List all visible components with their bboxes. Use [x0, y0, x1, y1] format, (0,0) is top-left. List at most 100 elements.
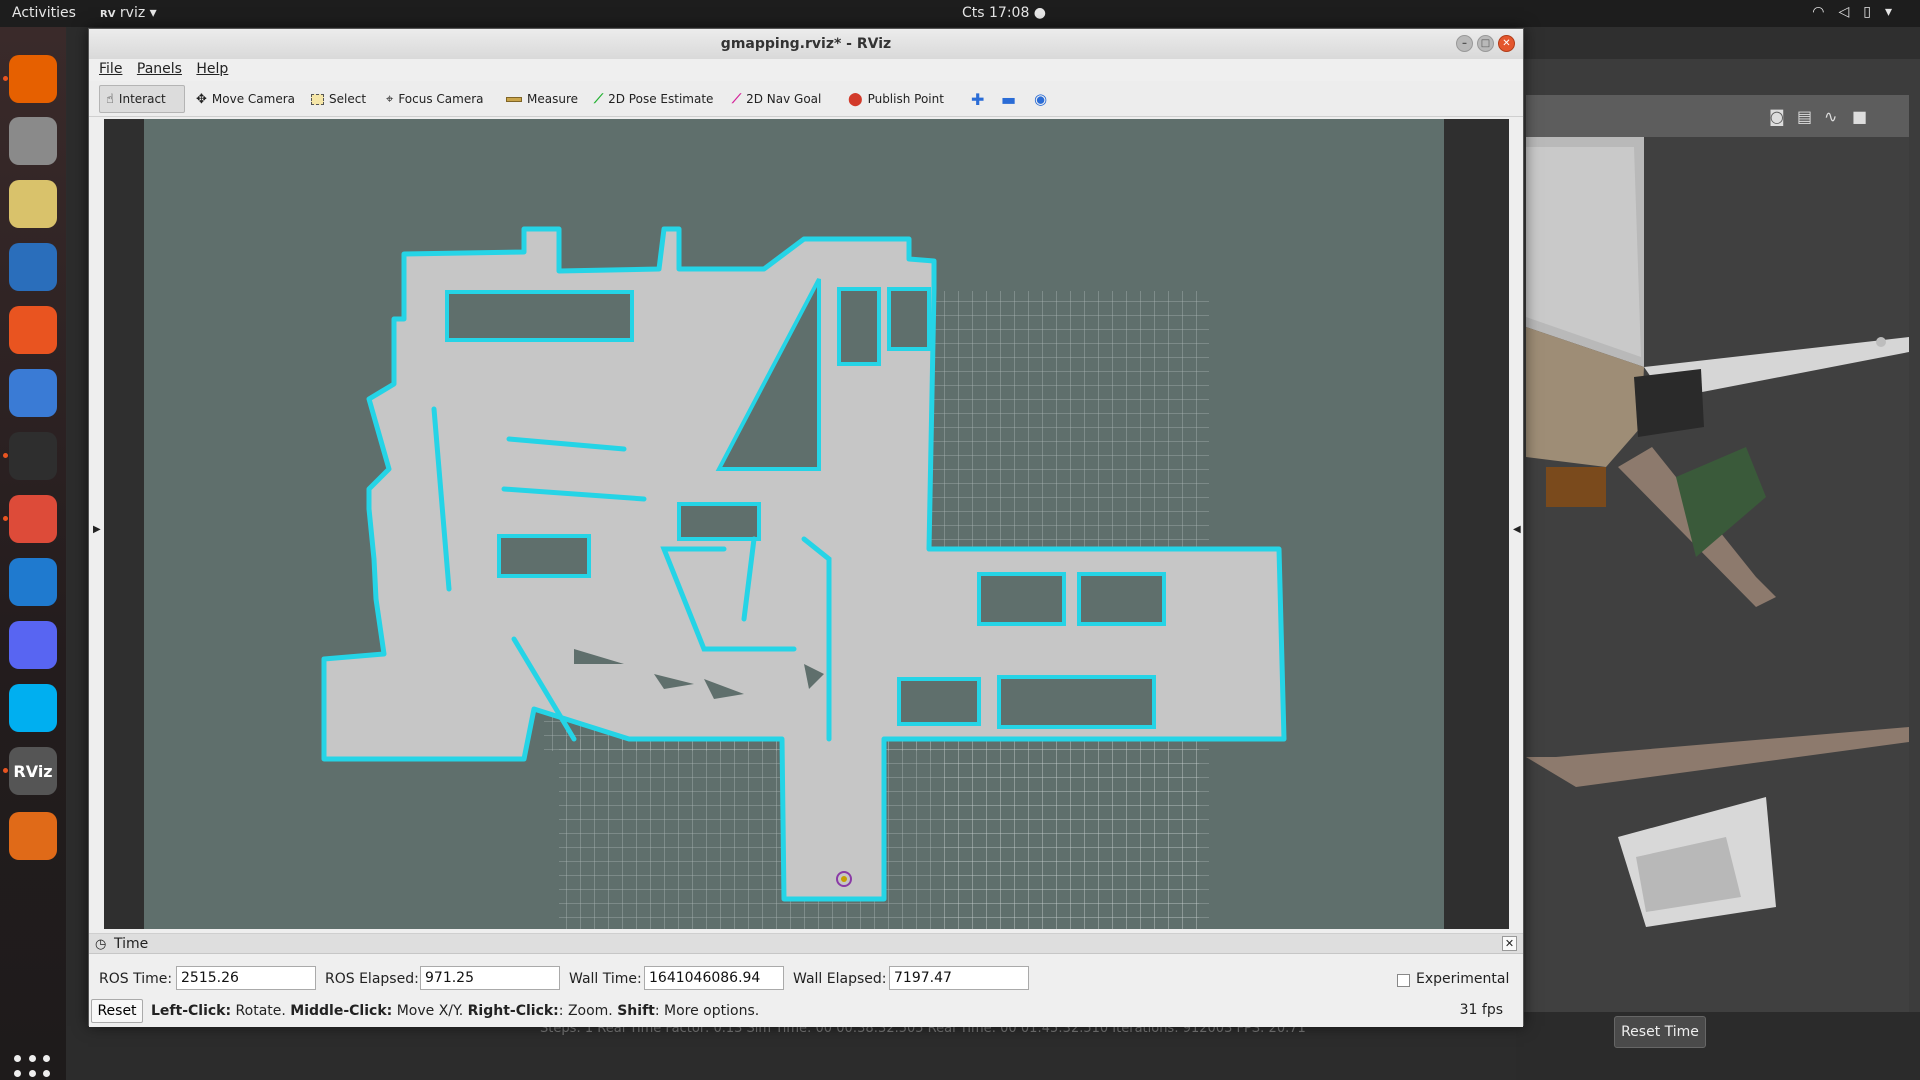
menu-file[interactable]: File	[99, 61, 122, 77]
tool-publish-point-label: Publish Point	[867, 92, 944, 106]
time-panel: ◷ Time ✕ ROS Time: ROS Elapsed: Wall Tim…	[89, 933, 1523, 1027]
tool-move-camera[interactable]: ✥ Move Camera	[189, 85, 302, 113]
tool-measure-label: Measure	[527, 92, 578, 106]
tool-select[interactable]: Select	[304, 85, 373, 113]
menu-help[interactable]: Help	[196, 61, 228, 77]
green-arrow-icon: ⟋	[594, 91, 604, 107]
maximize-button[interactable]: □	[1477, 35, 1494, 52]
wall-time-field[interactable]	[644, 966, 784, 990]
hint-rotate: Rotate.	[231, 1003, 291, 1019]
save-icon[interactable]: ▤	[1797, 107, 1812, 126]
gazebo-icon[interactable]	[9, 812, 57, 860]
pink-arrow-icon: ⟋	[732, 91, 742, 107]
hint-right-click: Right-Click:	[467, 1003, 559, 1019]
hint-shift: Shift	[617, 1003, 655, 1019]
time-panel-header: ◷ Time ✕	[89, 934, 1523, 954]
plus-icon: ✚	[971, 89, 985, 109]
rhythmbox-icon[interactable]	[9, 180, 57, 228]
skype-icon[interactable]	[9, 684, 57, 732]
tool-2d-pose-estimate[interactable]: ⟋ 2D Pose Estimate	[587, 85, 720, 113]
system-tray[interactable]: ◠◁▯▾	[1812, 4, 1906, 20]
3d-viewport[interactable]	[104, 119, 1509, 929]
ros-elapsed-field[interactable]	[420, 966, 560, 990]
menu-panels[interactable]: Panels	[137, 61, 182, 77]
writer-icon[interactable]	[9, 243, 57, 291]
clock[interactable]: Cts 17:08 ●	[962, 5, 1046, 21]
reset-button[interactable]: Reset	[91, 999, 143, 1023]
hint-middle-click: Middle-Click:	[290, 1003, 393, 1019]
pin-icon: ⬤	[848, 91, 863, 107]
gazebo-bottom-bar	[1516, 1012, 1920, 1080]
app-menu[interactable]: RV rviz ▾	[100, 5, 157, 21]
view-options-button[interactable]: ◉	[1027, 85, 1054, 113]
plot-icon[interactable]: ∿	[1824, 107, 1837, 126]
tool-interact[interactable]: ☝ Interact	[99, 85, 185, 113]
select-icon	[311, 93, 324, 105]
focus-icon: ⌖	[386, 91, 394, 107]
running-indicator	[3, 768, 8, 773]
tool-focus-camera-label: Focus Camera	[398, 92, 484, 106]
minimize-button[interactable]: –	[1456, 35, 1473, 52]
network-icon: ◠	[1812, 4, 1839, 20]
camera-icon[interactable]: ◙	[1769, 107, 1785, 126]
vscode-icon[interactable]	[9, 558, 57, 606]
video-icon[interactable]: ■	[1852, 107, 1867, 126]
gazebo-window: ◙ ▤ ∿ ■ Reset Time	[1516, 27, 1920, 1080]
hint-zoom: : Zoom.	[558, 1003, 618, 1019]
terminal-icon[interactable]	[3, 432, 57, 480]
help-icon[interactable]	[9, 369, 57, 417]
discord-icon[interactable]	[9, 621, 57, 669]
close-button[interactable]: ✕	[1498, 35, 1515, 52]
rviz-window: gmapping.rviz* - RViz – □ ✕ File Panels …	[88, 28, 1524, 1027]
ruler-icon	[506, 96, 522, 102]
software-icon[interactable]	[9, 306, 57, 354]
chrome-icon[interactable]	[3, 495, 57, 543]
running-indicator	[3, 453, 8, 458]
files-icon[interactable]	[9, 117, 57, 165]
gazebo-titlebar	[1516, 27, 1920, 59]
time-panel-title: Time	[114, 936, 149, 952]
minus-icon: ▬	[1001, 89, 1017, 109]
gazebo-toolbar: ◙ ▤ ∿ ■	[1526, 95, 1909, 137]
move-icon: ✥	[196, 91, 207, 107]
tool-2d-pose-estimate-label: 2D Pose Estimate	[608, 92, 714, 106]
experimental-checkbox[interactable]	[1397, 974, 1410, 987]
eye-icon: ◉	[1034, 90, 1048, 108]
tool-select-label: Select	[329, 92, 367, 106]
firefox-icon[interactable]	[3, 55, 57, 103]
rviz-app-icon: RV	[100, 9, 116, 20]
tool-2d-nav-goal[interactable]: ⟋ 2D Nav Goal	[725, 85, 828, 113]
time-panel-close-button[interactable]: ✕	[1502, 936, 1517, 951]
gazebo-3d-scene[interactable]	[1526, 137, 1909, 1012]
running-indicator	[3, 76, 8, 81]
tool-measure[interactable]: Measure	[499, 85, 585, 113]
dock: RViz	[0, 27, 66, 1080]
remove-tool-button[interactable]: ▬	[994, 85, 1023, 113]
app-menu-label: rviz	[119, 5, 146, 21]
wall-elapsed-field[interactable]	[889, 966, 1029, 990]
hand-icon: ☝	[106, 91, 114, 107]
right-panel-toggle-icon[interactable]: ◀	[1513, 524, 1521, 535]
chevron-down-icon: ▾	[1884, 4, 1906, 20]
fps-readout: 31 fps	[1459, 1002, 1503, 1018]
menu-bar: File Panels Help	[89, 59, 1523, 81]
rviz-icon[interactable]: RViz	[3, 747, 57, 795]
add-tool-button[interactable]: ✚	[964, 85, 991, 113]
show-applications-icon[interactable]	[14, 1055, 52, 1080]
wall-time-label: Wall Time:	[569, 971, 642, 987]
tool-publish-point[interactable]: ⬤ Publish Point	[841, 85, 951, 113]
tool-move-camera-label: Move Camera	[211, 92, 295, 106]
mouse-hint: Left-Click: Rotate. Middle-Click: Move X…	[151, 1003, 759, 1019]
left-panel-toggle-icon[interactable]: ▶	[93, 524, 101, 535]
window-titlebar[interactable]: gmapping.rviz* - RViz – □ ✕	[89, 29, 1523, 59]
activities-button[interactable]: Activities	[12, 5, 76, 21]
ros-time-label: ROS Time:	[99, 971, 173, 987]
chevron-down-icon: ▾	[149, 5, 157, 21]
tool-focus-camera[interactable]: ⌖ Focus Camera	[379, 85, 491, 113]
ros-time-field[interactable]	[176, 966, 316, 990]
window-title: gmapping.rviz* - RViz	[720, 36, 892, 52]
volume-icon: ◁	[1838, 4, 1864, 20]
reset-time-button[interactable]: Reset Time	[1614, 1016, 1706, 1048]
tool-interact-label: Interact	[118, 92, 166, 106]
top-bar: Activities RV rviz ▾ Cts 17:08 ● ◠◁▯▾	[0, 0, 1920, 27]
